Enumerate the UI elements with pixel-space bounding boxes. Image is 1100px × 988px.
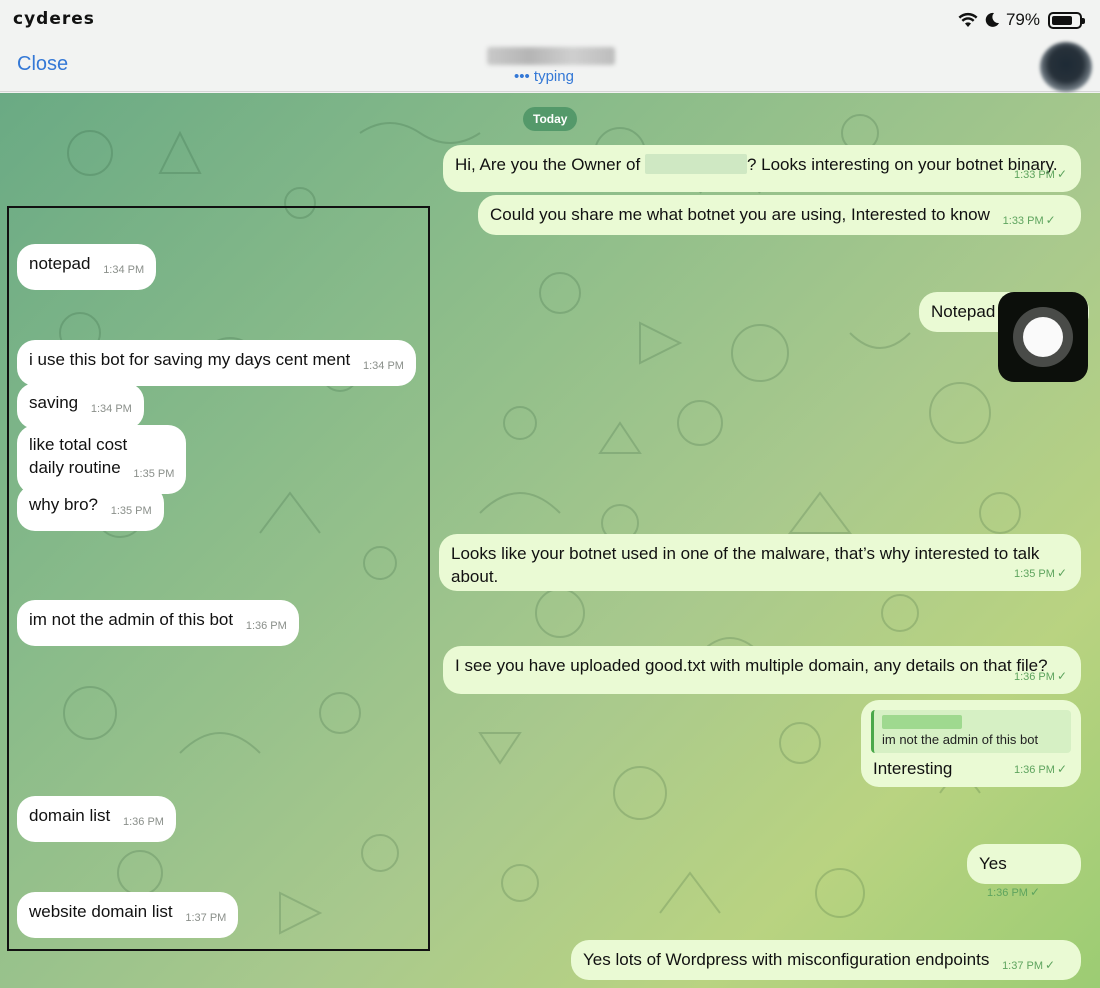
message-time: 1:33 PM ✓ xyxy=(1002,213,1056,227)
incoming-message[interactable]: like total cost daily routine 1:35 PM xyxy=(17,425,187,494)
reply-quote-text: im not the admin of this bot xyxy=(882,732,1039,747)
message-time: 1:36 PM ✓ xyxy=(1013,669,1067,683)
outgoing-message[interactable]: Looks like your botnet used in one of th… xyxy=(439,534,1081,591)
reply-sender-redacted xyxy=(882,715,962,729)
moon-icon xyxy=(985,12,999,27)
message-text: notepad xyxy=(29,254,91,273)
incoming-message[interactable]: saving 1:34 PM xyxy=(17,383,144,429)
outgoing-message[interactable]: Yes lots of Wordpress with misconfigurat… xyxy=(571,940,1081,980)
message-text-line: daily routine xyxy=(29,458,121,477)
incoming-message[interactable]: domain list 1:36 PM xyxy=(17,796,176,842)
message-text: domain list xyxy=(29,806,111,825)
contact-name-redacted[interactable] xyxy=(487,47,615,65)
status-bar: cyderes 79% xyxy=(0,0,1100,42)
brand-logo: cyderes xyxy=(13,9,95,29)
close-button[interactable]: Close xyxy=(17,53,68,76)
incoming-message[interactable]: i use this bot for saving my days cent m… xyxy=(17,340,416,386)
contact-avatar[interactable] xyxy=(1040,42,1092,92)
outgoing-message[interactable]: Could you share me what botnet you are u… xyxy=(478,195,1081,235)
message-time: 1:34 PM xyxy=(103,264,145,276)
message-time: 1:36 PM ✓ xyxy=(1013,762,1067,776)
typing-indicator: ••• typing xyxy=(514,68,574,85)
chat-header: Close ••• typing xyxy=(0,42,1100,92)
message-text: website domain list xyxy=(29,902,173,921)
message-time: 1:34 PM xyxy=(363,360,404,372)
message-text-after: ? Looks interesting on your botnet binar… xyxy=(746,155,1058,174)
message-text: Notepad xyxy=(931,302,996,321)
wifi-icon xyxy=(958,12,978,27)
message-time: 1:36 PM ✓ xyxy=(987,885,1041,899)
outgoing-message[interactable]: Yes 1:36 PM ✓ xyxy=(967,844,1081,899)
message-text: im not the admin of this bot xyxy=(29,610,234,629)
message-time: 1:36 PM xyxy=(245,620,287,632)
message-time: 1:35 PM ✓ xyxy=(1013,566,1067,580)
read-check-icon: ✓ xyxy=(1029,885,1041,899)
message-text: i use this bot for saving my days cent m… xyxy=(29,350,351,369)
message-time: 1:33 PM ✓ xyxy=(1013,167,1067,181)
message-text: I see you have uploaded good.txt with mu… xyxy=(455,656,1048,675)
incoming-message[interactable]: website domain list 1:37 PM xyxy=(17,892,239,938)
incoming-message[interactable]: notepad 1:34 PM xyxy=(17,244,157,290)
assistive-touch-button[interactable] xyxy=(998,292,1088,382)
battery-percent: 79% xyxy=(1005,10,1040,29)
message-time: 1:37 PM xyxy=(185,912,227,924)
message-text-line: like total cost xyxy=(29,435,128,454)
message-text-before: Hi, Are you the Owner of xyxy=(455,155,641,174)
message-text: Yes xyxy=(979,854,1007,873)
read-check-icon: ✓ xyxy=(1045,958,1056,972)
outgoing-message[interactable]: Hi, Are you the Owner of ? Looks interes… xyxy=(443,145,1081,192)
date-separator: Today xyxy=(523,107,578,131)
message-time: 1:37 PM ✓ xyxy=(1002,958,1056,972)
status-indicators: 79% xyxy=(958,9,1085,31)
message-text: Yes lots of Wordpress with misconfigurat… xyxy=(583,950,990,969)
message-text: Could you share me what botnet you are u… xyxy=(490,205,990,224)
assistive-touch-dot xyxy=(1023,317,1063,357)
read-check-icon: ✓ xyxy=(1056,669,1067,683)
read-check-icon: ✓ xyxy=(1056,167,1067,181)
battery-fill xyxy=(1052,15,1072,25)
read-check-icon: ✓ xyxy=(1056,566,1067,580)
redacted-name xyxy=(644,154,747,174)
chat-area[interactable]: Today Hi, Are you the Owner of ? Looks i… xyxy=(0,93,1100,988)
read-check-icon: ✓ xyxy=(1056,762,1067,776)
reply-quote[interactable]: im not the admin of this bot xyxy=(871,710,1071,753)
outgoing-reply-message[interactable]: im not the admin of this bot Interesting… xyxy=(861,700,1081,787)
outgoing-message[interactable]: I see you have uploaded good.txt with mu… xyxy=(443,646,1081,694)
incoming-message[interactable]: why bro? 1:35 PM xyxy=(17,485,164,531)
read-check-icon: ✓ xyxy=(1045,213,1056,227)
battery-icon xyxy=(1048,11,1085,29)
message-time: 1:35 PM xyxy=(133,468,175,480)
message-time: 1:35 PM xyxy=(110,505,152,517)
incoming-message[interactable]: im not the admin of this bot 1:36 PM xyxy=(17,600,299,646)
message-text: saving xyxy=(29,393,79,412)
message-text: why bro? xyxy=(29,495,98,514)
message-text: Looks like your botnet used in one of th… xyxy=(451,544,1040,586)
message-time: 1:34 PM xyxy=(90,403,132,415)
message-time: 1:36 PM xyxy=(123,816,164,828)
